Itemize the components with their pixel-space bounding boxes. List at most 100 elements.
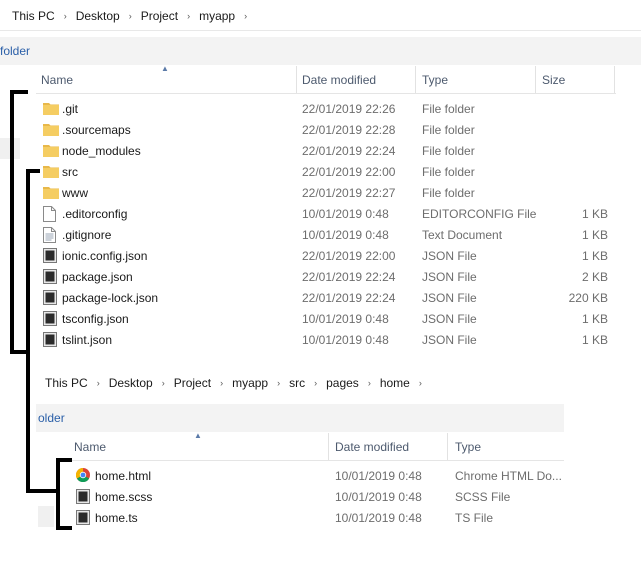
chevron-right-icon[interactable]: › bbox=[314, 378, 317, 388]
bottom-col-sep-2[interactable] bbox=[447, 433, 448, 460]
chevron-right-icon[interactable]: › bbox=[368, 378, 371, 388]
top-col-type[interactable]: Type bbox=[422, 73, 448, 87]
file-type: File folder bbox=[422, 143, 475, 158]
folder-icon bbox=[43, 164, 59, 180]
bottom-crumb-desktop[interactable]: Desktop bbox=[109, 376, 153, 390]
bottom-crumb-project[interactable]: Project bbox=[174, 376, 211, 390]
bottom-crumb-this-pc[interactable]: This PC bbox=[45, 376, 88, 390]
top-breadcrumb-divider bbox=[0, 30, 641, 31]
code-file-icon bbox=[76, 489, 90, 505]
list-item[interactable]: package-lock.json 22/01/2019 22:24 JSON Fi… bbox=[36, 287, 616, 308]
list-item[interactable]: home.ts 10/01/2019 0:48 TS File bbox=[69, 507, 564, 528]
list-item[interactable]: package.json 22/01/2019 22:24 JSON File 2 K… bbox=[36, 266, 616, 287]
top-crumb-myapp[interactable]: myapp bbox=[199, 9, 235, 23]
top-ribbon bbox=[0, 37, 641, 65]
list-item[interactable]: www 22/01/2019 22:27 File folder bbox=[36, 182, 616, 203]
file-date-modified: 10/01/2019 0:48 bbox=[302, 206, 389, 221]
file-name: home.html bbox=[95, 468, 152, 483]
file-name: home.scss bbox=[95, 489, 153, 504]
folder-icon bbox=[43, 122, 59, 138]
bottom-col-type[interactable]: Type bbox=[455, 440, 481, 454]
code-file-icon bbox=[76, 510, 90, 526]
file-type: File folder bbox=[422, 185, 475, 200]
top-col-sep-1[interactable] bbox=[296, 66, 297, 93]
file-type: Text Document bbox=[422, 227, 503, 242]
file-name: tsconfig.json bbox=[62, 311, 129, 326]
chevron-right-icon[interactable]: › bbox=[244, 11, 247, 21]
chevron-right-icon[interactable]: › bbox=[419, 378, 422, 388]
list-item[interactable]: tslint.json 10/01/2019 0:48 JSON File 1 KB bbox=[36, 329, 616, 350]
bottom-breadcrumb[interactable]: This PC › Desktop › Project › myapp › src › pages ›… bbox=[45, 376, 431, 390]
top-bracket-top-tick bbox=[10, 90, 28, 94]
top-crumb-this-pc[interactable]: This PC bbox=[12, 9, 55, 23]
list-item[interactable]: home.scss 10/01/2019 0:48 SCSS File bbox=[69, 486, 564, 507]
chevron-right-icon[interactable]: › bbox=[220, 378, 223, 388]
list-item[interactable]: .sourcemaps 22/01/2019 22:28 File folder bbox=[36, 119, 616, 140]
file-size: 1 KB bbox=[581, 248, 608, 263]
code-file-icon bbox=[43, 290, 57, 306]
list-item[interactable]: node_modules 22/01/2019 22:24 File folder bbox=[36, 140, 616, 161]
list-item[interactable]: home.html 10/01/2019 0:48 Chrome HTML Do..… bbox=[69, 465, 564, 486]
top-col-name[interactable]: Name bbox=[41, 73, 73, 87]
chevron-right-icon[interactable]: › bbox=[129, 11, 132, 21]
file-type: File folder bbox=[422, 122, 475, 137]
list-item[interactable]: ionic.config.json 22/01/2019 22:00 JSON Fi… bbox=[36, 245, 616, 266]
file-name: .sourcemaps bbox=[62, 122, 131, 137]
code-file-icon bbox=[43, 332, 57, 348]
chevron-right-icon[interactable]: › bbox=[64, 11, 67, 21]
bottom-col-sep-1[interactable] bbox=[328, 433, 329, 460]
text-file-icon bbox=[43, 227, 57, 243]
file-name: package-lock.json bbox=[62, 290, 159, 305]
bottom-col-name[interactable]: Name bbox=[74, 440, 106, 454]
bottom-crumb-myapp[interactable]: myapp bbox=[232, 376, 268, 390]
file-name: .editorconfig bbox=[62, 206, 128, 221]
file-size: 1 KB bbox=[581, 227, 608, 242]
blank-file-icon bbox=[43, 206, 57, 222]
file-date-modified: 10/01/2019 0:48 bbox=[302, 332, 389, 347]
bottom-column-header-row bbox=[69, 433, 564, 461]
top-ribbon-label: folder bbox=[0, 44, 31, 58]
top-col-sep-3[interactable] bbox=[535, 66, 536, 93]
bottom-crumb-pages[interactable]: pages bbox=[326, 376, 359, 390]
list-item[interactable]: .editorconfig 10/01/2019 0:48 EDITORCONFIG… bbox=[36, 203, 616, 224]
bottom-col-date[interactable]: Date modified bbox=[335, 440, 409, 454]
file-date-modified: 10/01/2019 0:48 bbox=[335, 468, 422, 483]
top-breadcrumb[interactable]: This PC › Desktop › Project › myapp › bbox=[12, 9, 256, 23]
file-type: File folder bbox=[422, 164, 475, 179]
file-name: .gitignore bbox=[62, 227, 112, 242]
connector-horizontal bbox=[26, 489, 58, 493]
bottom-crumb-src[interactable]: src bbox=[289, 376, 305, 390]
file-type: File folder bbox=[422, 101, 475, 116]
file-name: node_modules bbox=[62, 143, 141, 158]
list-item[interactable]: tsconfig.json 10/01/2019 0:48 JSON File 1 K… bbox=[36, 308, 616, 329]
file-type: Chrome HTML Do... bbox=[455, 468, 562, 483]
sort-ascending-icon: ▲ bbox=[161, 64, 169, 73]
file-name: .git bbox=[62, 101, 79, 116]
list-item[interactable]: .git 22/01/2019 22:26 File folder bbox=[36, 98, 616, 119]
list-item[interactable]: src 22/01/2019 22:00 File folder bbox=[36, 161, 616, 182]
bottom-bracket-spine bbox=[56, 458, 60, 530]
file-size: 220 KB bbox=[568, 290, 608, 305]
file-size: 1 KB bbox=[581, 311, 608, 326]
list-item[interactable]: .gitignore 10/01/2019 0:48 Text Document 1 … bbox=[36, 224, 616, 245]
file-type: JSON File bbox=[422, 332, 477, 347]
top-col-size[interactable]: Size bbox=[542, 73, 565, 87]
chevron-right-icon[interactable]: › bbox=[162, 378, 165, 388]
top-col-sep-4[interactable] bbox=[614, 66, 615, 93]
chevron-right-icon[interactable]: › bbox=[187, 11, 190, 21]
file-size: 1 KB bbox=[581, 206, 608, 221]
chevron-right-icon[interactable]: › bbox=[97, 378, 100, 388]
top-col-date[interactable]: Date modified bbox=[302, 73, 376, 87]
chevron-right-icon[interactable]: › bbox=[277, 378, 280, 388]
top-crumb-project[interactable]: Project bbox=[141, 9, 178, 23]
chrome-icon bbox=[75, 467, 90, 484]
bottom-crumb-home[interactable]: home bbox=[380, 376, 410, 390]
bottom-bracket-bottom-tick bbox=[56, 526, 72, 530]
top-crumb-desktop[interactable]: Desktop bbox=[76, 9, 120, 23]
file-name: home.ts bbox=[95, 510, 138, 525]
file-date-modified: 22/01/2019 22:00 bbox=[302, 164, 396, 179]
top-col-sep-2[interactable] bbox=[415, 66, 416, 93]
top-bracket-spine bbox=[10, 90, 14, 354]
file-name: src bbox=[62, 164, 78, 179]
folder-icon bbox=[43, 185, 59, 201]
